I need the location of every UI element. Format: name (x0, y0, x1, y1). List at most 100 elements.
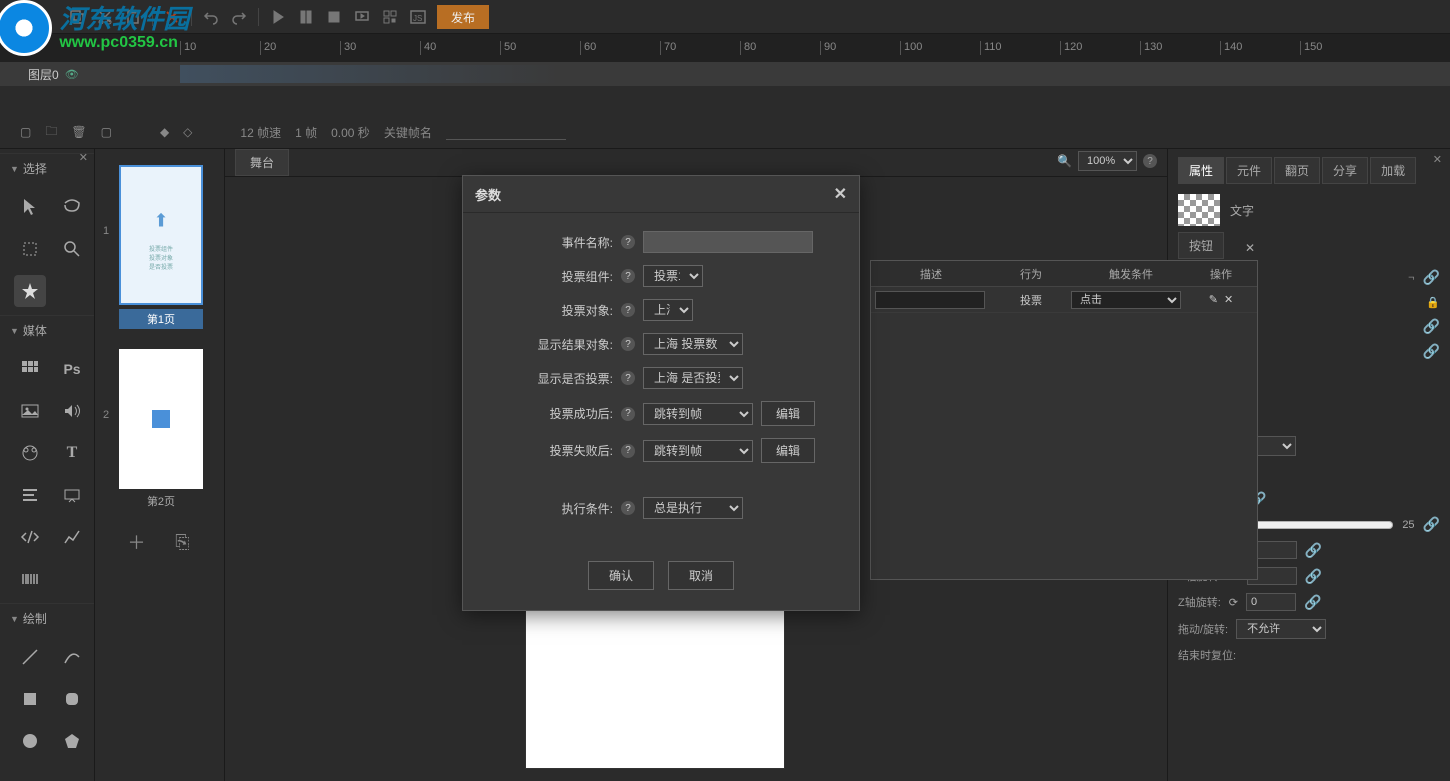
cancel-button[interactable]: 取消 (668, 561, 734, 590)
copy-icon[interactable] (68, 8, 86, 26)
zoom-select[interactable]: 100% (1078, 151, 1137, 171)
trigger-select[interactable]: 点击 (1071, 291, 1181, 309)
crop-tool[interactable] (14, 233, 46, 265)
paste-icon[interactable] (124, 8, 142, 26)
page-thumb-1[interactable]: 1 ⬆ 投票组件投票对象是否投票 第1页 (103, 165, 216, 329)
help-icon[interactable]: ? (621, 371, 635, 385)
help-icon[interactable]: ? (621, 501, 635, 515)
link-icon[interactable]: 🔗 (1305, 542, 1322, 559)
image-icon[interactable] (14, 395, 46, 427)
behavior-row[interactable]: 投票 点击 ✎✕ (871, 287, 1257, 313)
help-icon[interactable]: ? (621, 337, 635, 351)
help-icon[interactable]: ? (621, 444, 635, 458)
text-tool[interactable]: T (56, 437, 88, 469)
link-icon[interactable]: 🔗 (1423, 516, 1440, 533)
undo-icon[interactable] (202, 8, 220, 26)
edit-icon[interactable]: ✎ (1209, 293, 1218, 306)
duplicate-page-button[interactable]: ⎘ (170, 529, 196, 555)
kf-del-icon[interactable]: ◇ (183, 125, 192, 139)
subtab-button[interactable]: 按钮 (1178, 232, 1224, 259)
lock-icon[interactable]: 🔒 (1426, 296, 1440, 309)
on-fail-select[interactable]: 跳转到帧 (643, 440, 753, 462)
play-icon[interactable] (269, 8, 287, 26)
rect-tool[interactable] (14, 683, 46, 715)
new-layer-icon[interactable]: ▢ (20, 125, 31, 139)
link-icon[interactable]: 🔗 (1305, 568, 1322, 585)
align-icon[interactable] (14, 479, 46, 511)
video-icon[interactable] (14, 437, 46, 469)
delete-icon[interactable] (163, 8, 181, 26)
redo-icon[interactable] (230, 8, 248, 26)
kf-add-icon[interactable]: ◆ (160, 125, 169, 139)
js-icon[interactable]: JS (409, 8, 427, 26)
exec-cond-select[interactable]: 总是执行 (643, 497, 743, 519)
desc-input[interactable] (875, 291, 985, 309)
tab-components[interactable]: 元件 (1226, 157, 1272, 184)
publish-button[interactable]: 发布 (437, 5, 489, 29)
lasso-tool[interactable] (56, 191, 88, 223)
search-icon[interactable]: 🔍 (1057, 154, 1072, 168)
timeline-ruler[interactable]: 10 20 30 40 50 60 70 80 90 100 110 120 1… (0, 34, 1450, 62)
delete-icon[interactable]: ✕ (1224, 293, 1233, 306)
section-media[interactable]: ▼媒体 (0, 315, 94, 345)
section-draw[interactable]: ▼绘制 (0, 603, 94, 633)
keyframe-name-input[interactable] (446, 124, 566, 140)
ok-button[interactable]: 确认 (588, 561, 654, 590)
circle-tool[interactable] (14, 725, 46, 757)
barcode-icon[interactable] (14, 563, 46, 595)
close-icon[interactable]: ✕ (834, 184, 847, 204)
chart-icon[interactable] (56, 521, 88, 553)
show-voted-select[interactable]: 上海 是否投票 (643, 367, 743, 389)
link-icon[interactable]: 🔗 (1423, 343, 1440, 360)
star-tool[interactable] (14, 275, 46, 307)
on-success-select[interactable]: 跳转到帧 (643, 403, 753, 425)
show-result-select[interactable]: 上海 投票数 (643, 333, 743, 355)
timeline-layer-row[interactable]: 图层0 👁 (0, 62, 1450, 86)
vote-target-select[interactable]: 上海 (643, 299, 693, 321)
zoom-tool[interactable] (56, 233, 88, 265)
add-page-button[interactable]: ＋ (124, 529, 150, 555)
qr-icon[interactable] (381, 8, 399, 26)
page-thumb-2[interactable]: 2 第2页 (103, 349, 216, 509)
close-icon[interactable]: ✕ (1433, 153, 1442, 166)
dup-icon[interactable]: ▢ (101, 125, 112, 139)
preview-icon[interactable] (353, 8, 371, 26)
close-icon[interactable]: ✕ (1245, 241, 1255, 255)
ps-icon[interactable]: Ps (56, 353, 88, 385)
link-icon[interactable]: 🔗 (1304, 594, 1321, 611)
texture-swatch[interactable] (1178, 194, 1220, 226)
eye-icon[interactable]: 👁 (65, 68, 79, 81)
link-icon[interactable]: 🔗 (1423, 318, 1440, 335)
curve-tool[interactable] (56, 641, 88, 673)
trash-icon[interactable]: 🗑 (71, 125, 86, 139)
cut-icon[interactable] (96, 8, 114, 26)
polygon-tool[interactable] (56, 725, 88, 757)
drag-rotate-select[interactable]: 不允许 (1236, 619, 1326, 639)
pause-icon[interactable] (297, 8, 315, 26)
edit-success-button[interactable]: 编辑 (761, 401, 815, 426)
sound-icon[interactable] (56, 395, 88, 427)
rotz-input[interactable] (1246, 593, 1296, 611)
help-icon[interactable]: ? (621, 269, 635, 283)
tab-pageturn[interactable]: 翻页 (1274, 157, 1320, 184)
stop-icon[interactable] (325, 8, 343, 26)
line-tool[interactable] (14, 641, 46, 673)
roundrect-tool[interactable] (56, 683, 88, 715)
edit-fail-button[interactable]: 编辑 (761, 438, 815, 463)
arrow-tool[interactable] (14, 191, 46, 223)
close-icon[interactable]: ✕ (79, 151, 88, 164)
vote-comp-select[interactable]: 投票1 (643, 265, 703, 287)
help-icon[interactable]: ? (621, 303, 635, 317)
layer-track[interactable] (180, 65, 1450, 83)
folder-icon[interactable]: 🗀 (45, 122, 57, 143)
stage-tab[interactable]: 舞台 (235, 149, 289, 176)
link-icon[interactable]: 🔗 (1423, 269, 1440, 286)
slide-icon[interactable] (56, 479, 88, 511)
help-icon[interactable]: ? (621, 235, 635, 249)
tab-properties[interactable]: 属性 (1178, 157, 1224, 184)
tab-share[interactable]: 分享 (1322, 157, 1368, 184)
help-icon[interactable]: ? (1143, 154, 1157, 168)
event-name-input[interactable] (643, 231, 813, 253)
tab-load[interactable]: 加载 (1370, 157, 1416, 184)
rotz-icon[interactable]: ⟳ (1229, 596, 1238, 609)
